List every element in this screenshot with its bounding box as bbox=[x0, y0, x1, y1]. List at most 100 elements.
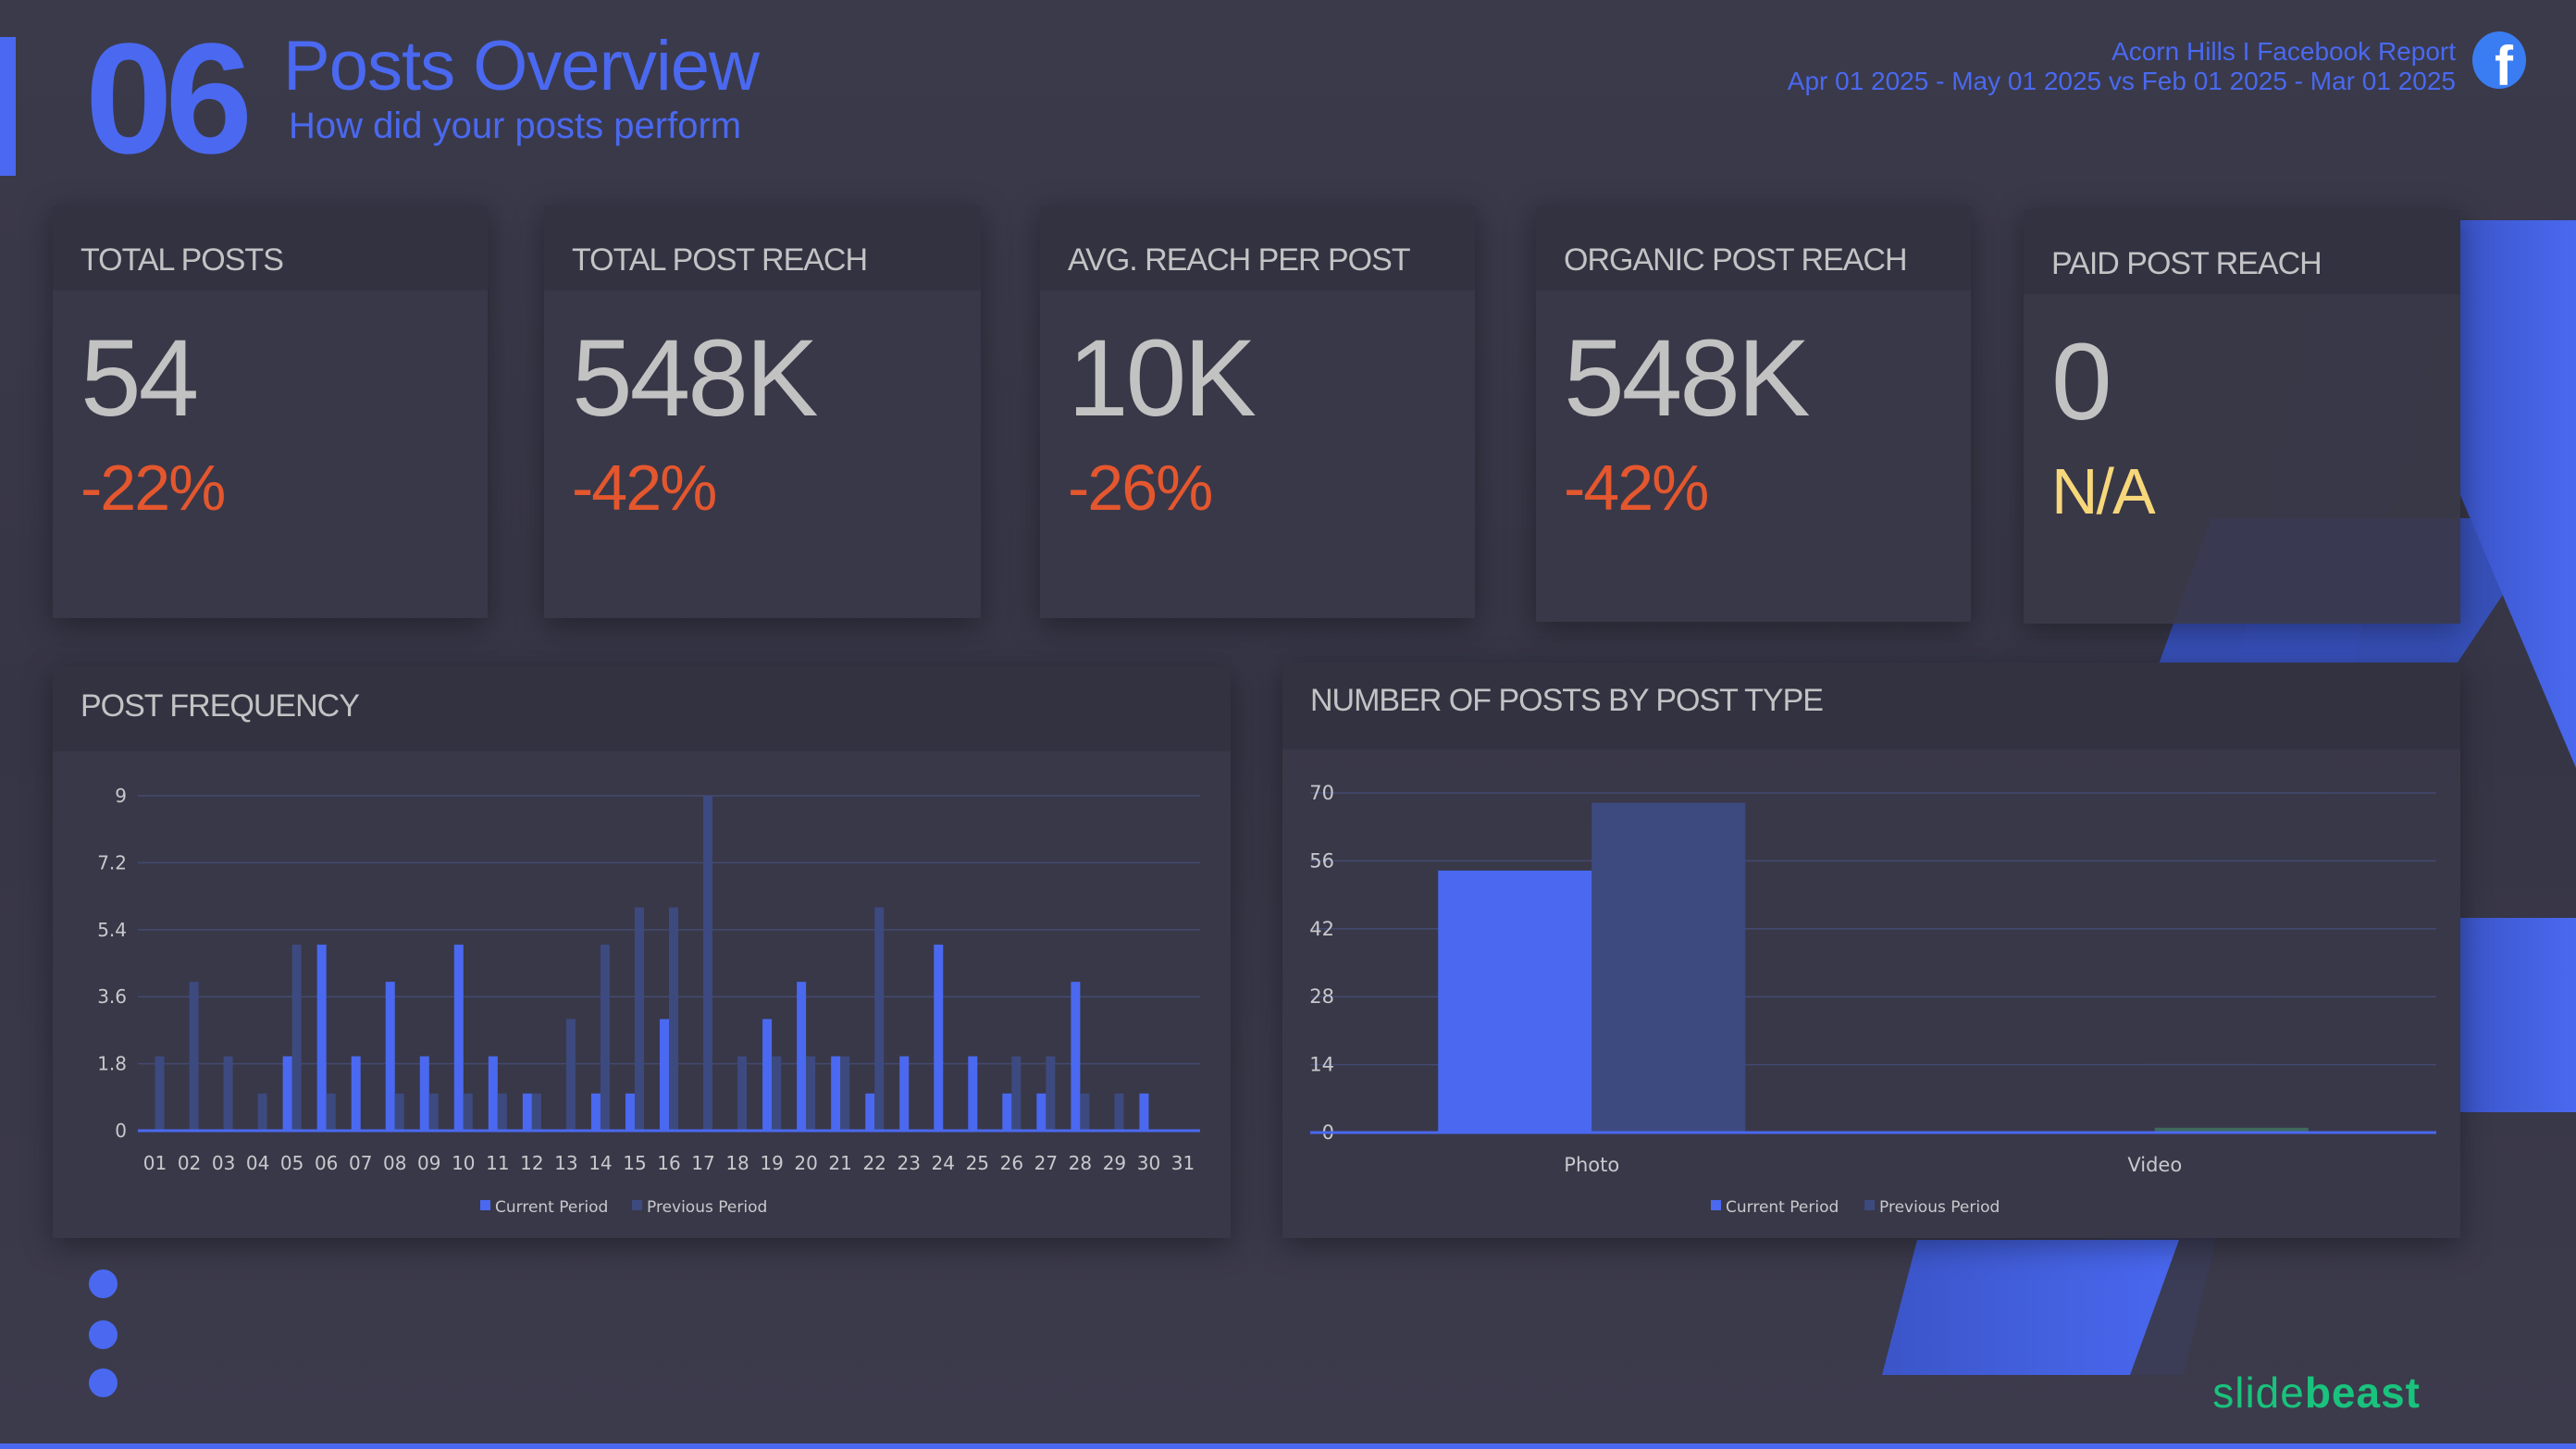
bar-previous-05 bbox=[291, 944, 302, 1131]
bar-current-16 bbox=[660, 1019, 669, 1131]
report-name: Acorn Hills I Facebook Report bbox=[2112, 37, 2456, 66]
legend-swatch bbox=[480, 1200, 490, 1210]
x-tick-label: 03 bbox=[212, 1152, 235, 1174]
x-tick-label: 16 bbox=[657, 1152, 680, 1174]
post-frequency-panel: POST FREQUENCY 0 1.8 3.6 5.4 7.2 9 01 02 03 04 05 0… bbox=[53, 666, 1231, 1238]
x-tick-label: 29 bbox=[1103, 1152, 1126, 1174]
y-tick-label: 7.2 bbox=[97, 851, 127, 873]
posts-by-type-panel: NUMBER OF POSTS BY POST TYPE 0 14 28 42 56 70… bbox=[1282, 663, 2460, 1238]
accent-bar-left bbox=[0, 37, 16, 176]
bar-current-07 bbox=[351, 1056, 361, 1131]
bar-previous-04 bbox=[257, 1093, 267, 1131]
kpi-value: 10K bbox=[1068, 317, 1257, 440]
x-tick-label: 30 bbox=[1137, 1152, 1160, 1174]
bar-previous-Photo bbox=[1591, 802, 1746, 1133]
x-tick-label: 28 bbox=[1069, 1152, 1092, 1174]
bar-current-26 bbox=[1002, 1093, 1012, 1131]
bar-previous-29 bbox=[1114, 1093, 1124, 1131]
bar-previous-03 bbox=[223, 1056, 233, 1131]
x-tick-label: 26 bbox=[1000, 1152, 1023, 1174]
x-tick-label: Video bbox=[2127, 1154, 2182, 1176]
posts-by-type-chart: 01428425670Photo VideoCurrent Period Previ… bbox=[1309, 782, 2436, 1217]
kpi-value: 548K bbox=[1564, 317, 1811, 440]
y-tick-label: 0 bbox=[115, 1120, 127, 1142]
legend-label: Current Period bbox=[1726, 1198, 1839, 1217]
kpi-label: TOTAL POST REACH bbox=[572, 242, 868, 278]
x-tick-label: 11 bbox=[486, 1152, 509, 1174]
bar-current-09 bbox=[419, 1056, 429, 1131]
bar-previous-11 bbox=[497, 1093, 507, 1131]
bar-previous-12 bbox=[531, 1093, 541, 1131]
y-tick-label: 70 bbox=[1309, 782, 1334, 804]
bar-previous-22 bbox=[874, 907, 885, 1131]
bar-current-20 bbox=[797, 982, 807, 1131]
kpi-label: TOTAL POSTS bbox=[80, 242, 284, 278]
legend-label: Previous Period bbox=[647, 1198, 767, 1217]
bar-previous-09 bbox=[428, 1093, 439, 1131]
x-tick-label: 22 bbox=[862, 1152, 886, 1174]
y-tick-label: 42 bbox=[1309, 918, 1334, 940]
kpi-label: ORGANIC POST REACH bbox=[1564, 242, 1908, 278]
x-tick-label: 20 bbox=[794, 1152, 817, 1174]
kpi-value: 548K bbox=[572, 317, 819, 440]
legend-label: Previous Period bbox=[1879, 1198, 2000, 1217]
kpi-label: AVG. REACH PER POST bbox=[1068, 242, 1411, 278]
x-tick-label: 15 bbox=[623, 1152, 646, 1174]
bar-current-05 bbox=[282, 1056, 292, 1131]
bar-current-08 bbox=[385, 982, 395, 1131]
kpi-card-organic-reach: ORGANIC POST REACH 548K -42% bbox=[1536, 205, 1971, 622]
x-tick-label: 04 bbox=[246, 1152, 269, 1174]
bar-current-14 bbox=[590, 1093, 601, 1131]
legend-swatch bbox=[1711, 1200, 1721, 1210]
bar-previous-18 bbox=[737, 1056, 748, 1131]
bar-previous-02 bbox=[189, 982, 199, 1131]
kpi-label: PAID POST REACH bbox=[2051, 246, 2322, 281]
x-tick-label: 27 bbox=[1034, 1152, 1058, 1174]
bar-previous-06 bbox=[326, 1093, 336, 1131]
x-tick-label: 18 bbox=[725, 1152, 749, 1174]
bar-current-23 bbox=[899, 1056, 910, 1131]
x-tick-label: 13 bbox=[554, 1152, 577, 1174]
kpi-value: 0 bbox=[2051, 321, 2112, 443]
legend-label: Current Period bbox=[495, 1198, 608, 1217]
x-tick-label: 25 bbox=[966, 1152, 989, 1174]
bar-previous-01 bbox=[155, 1056, 165, 1131]
bar-previous-26 bbox=[1011, 1056, 1022, 1131]
x-tick-label: 01 bbox=[143, 1152, 167, 1174]
bar-current-28 bbox=[1071, 982, 1081, 1131]
y-tick-label: 1.8 bbox=[97, 1053, 127, 1075]
x-tick-label: 02 bbox=[178, 1152, 201, 1174]
bar-current-27 bbox=[1036, 1093, 1046, 1131]
kpi-value: 54 bbox=[80, 317, 199, 440]
y-tick-label: 9 bbox=[115, 785, 127, 807]
bar-previous-15 bbox=[634, 907, 644, 1131]
section-number: 06 bbox=[85, 11, 253, 187]
kpi-card-paid-reach: PAID POST REACH 0 N/A bbox=[2024, 209, 2460, 624]
decor-right-top bbox=[2460, 220, 2576, 768]
bar-previous-19 bbox=[772, 1056, 782, 1131]
slidebeast-logo: slidebeast bbox=[2212, 1368, 2421, 1417]
kpi-card-avg-reach: AVG. REACH PER POST 10K -26% bbox=[1040, 205, 1475, 618]
kpi-card-total-posts: TOTAL POSTS 54 -22% bbox=[53, 205, 488, 618]
x-tick-label: Photo bbox=[1564, 1154, 1619, 1176]
facebook-icon: f bbox=[2472, 31, 2526, 89]
y-tick-label: 56 bbox=[1309, 849, 1334, 872]
post-frequency-chart: 0 1.8 3.6 5.4 7.2 9 01 02 03 04 05 06 07 08 09 10 11 12 13… bbox=[97, 785, 1200, 1217]
y-tick-label: 3.6 bbox=[97, 985, 127, 1008]
decor-dot-1 bbox=[89, 1269, 118, 1298]
legend-swatch bbox=[1864, 1200, 1875, 1210]
x-tick-label: 10 bbox=[452, 1152, 475, 1174]
bar-previous-21 bbox=[840, 1056, 850, 1131]
x-tick-label: 06 bbox=[315, 1152, 338, 1174]
x-tick-label: 24 bbox=[932, 1152, 955, 1174]
bar-previous-16 bbox=[669, 907, 678, 1131]
x-tick-label: 17 bbox=[691, 1152, 714, 1174]
decor-dot-2 bbox=[89, 1320, 118, 1349]
kpi-change: -42% bbox=[572, 452, 717, 524]
bar-current-24 bbox=[934, 944, 944, 1131]
x-tick-label: 09 bbox=[417, 1152, 440, 1174]
bar-previous-20 bbox=[806, 1056, 816, 1131]
bar-current-11 bbox=[488, 1056, 498, 1131]
x-tick-label: 05 bbox=[280, 1152, 303, 1174]
bar-current-30 bbox=[1139, 1093, 1149, 1131]
